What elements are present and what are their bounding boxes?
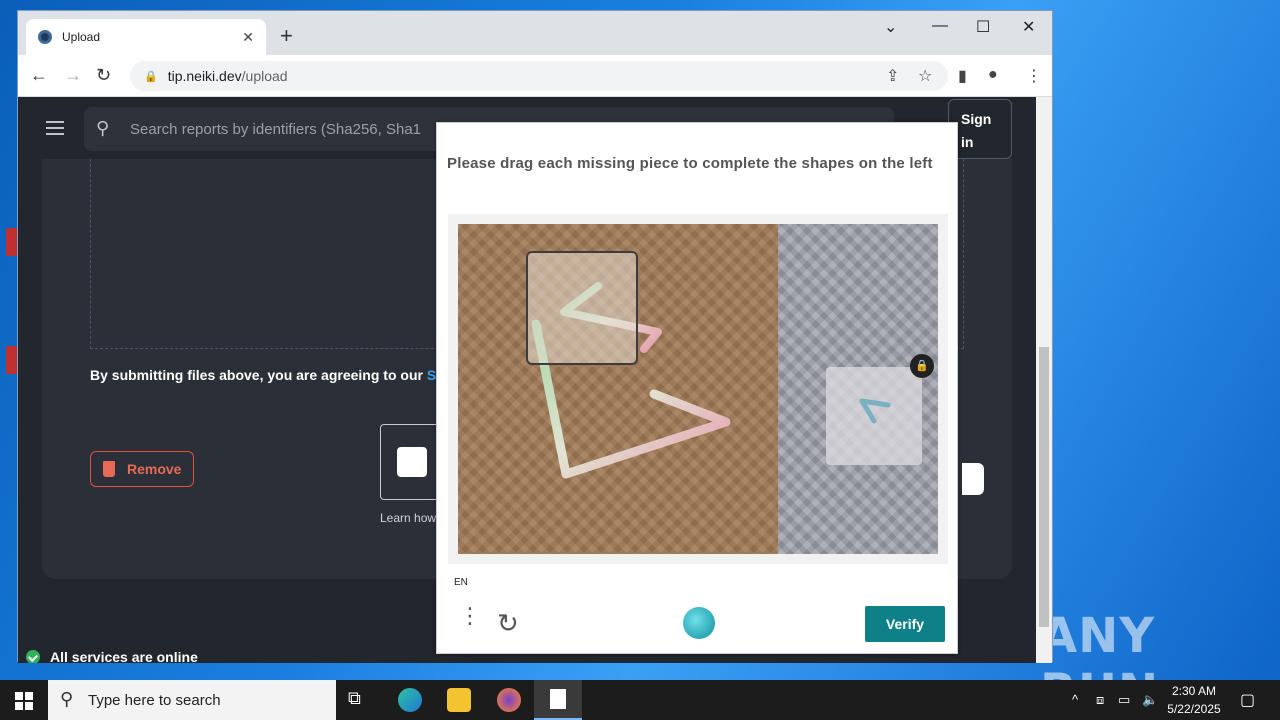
reload-icon[interactable]: ↻ — [96, 65, 111, 86]
tab-strip: Upload ✕ + ⌄ — ☐ ✕ — [18, 11, 1052, 55]
hcaptcha-challenge: Please drag each missing piece to comple… — [436, 122, 958, 654]
address-bar[interactable]: 🔒 tip.neiki.dev/upload — [130, 61, 948, 91]
refresh-challenge-icon[interactable]: ↻ — [497, 608, 519, 639]
side-panel-icon[interactable]: ▮ — [958, 66, 967, 86]
captcha-checkbox-widget[interactable] — [380, 424, 440, 500]
maximize-icon[interactable]: ☐ — [976, 17, 990, 37]
forward-icon[interactable]: → — [64, 65, 82, 86]
challenge-image[interactable]: 🔒 — [458, 224, 938, 554]
volume-icon[interactable]: 🔈 — [1142, 692, 1158, 708]
learn-how-link[interactable]: Learn how — [380, 511, 436, 525]
remove-label: Remove — [127, 461, 182, 477]
system-clock[interactable]: 2:30 AM 5/22/2025 — [1162, 682, 1226, 718]
missing-piece-slot — [526, 251, 638, 365]
url-host: tip.neiki.dev — [167, 68, 242, 84]
tab-search-icon[interactable]: ⌄ — [884, 17, 897, 37]
search-icon: ⚲ — [96, 118, 110, 138]
clock-date: 5/22/2025 — [1167, 702, 1221, 716]
challenge-menu-icon[interactable]: ⋮ — [459, 605, 481, 627]
draggable-piece[interactable] — [826, 367, 922, 465]
site-favicon-icon — [38, 30, 52, 44]
url-path: /upload — [241, 68, 288, 84]
status-ok-icon — [26, 650, 40, 663]
notifications-icon[interactable]: ▢ — [1240, 690, 1255, 710]
bookmark-star-icon[interactable]: ☆ — [918, 66, 932, 86]
search-icon: ⚲ — [60, 689, 74, 709]
challenge-frame: 🔒 — [448, 214, 948, 564]
document-icon — [550, 689, 566, 709]
desktop-icons-strip — [0, 0, 18, 680]
lock-icon: 🔒 — [910, 354, 934, 378]
new-tab-icon[interactable]: + — [280, 25, 293, 47]
clock-time: 2:30 AM — [1171, 684, 1217, 698]
service-status: All services are online — [26, 649, 198, 663]
remove-button[interactable]: Remove — [90, 451, 194, 487]
browser-menu-icon[interactable]: ⋮ — [1026, 66, 1042, 86]
submit-button-partial[interactable] — [962, 463, 984, 495]
hamburger-menu-icon[interactable] — [46, 121, 64, 139]
lock-icon: 🔒 — [144, 70, 158, 83]
back-icon[interactable]: ← — [30, 65, 48, 86]
scrollbar-thumb[interactable] — [1039, 347, 1049, 627]
piece-shape-graphic — [859, 398, 891, 424]
trash-icon — [103, 461, 115, 477]
windows-taskbar: ⚲ Type here to search ⧉ ^ ⧈ ▭ 🔈 2:30 AM … — [0, 680, 1280, 720]
file-explorer-icon[interactable] — [447, 688, 471, 712]
profile-icon[interactable]: ● — [988, 66, 998, 84]
browser-toolbar: ← → ↻ 🔒 tip.neiki.dev/upload ⇪ ☆ ▮ ● ⋮ — [18, 55, 1052, 97]
firefox-icon[interactable] — [497, 688, 521, 712]
status-text: All services are online — [50, 649, 198, 663]
terms-text: By submitting files above, you are agree… — [90, 367, 427, 383]
search-placeholder: Search reports by identifiers (Sha256, S… — [130, 120, 421, 138]
task-view-icon[interactable]: ⧉ — [348, 688, 372, 712]
terms-notice: By submitting files above, you are agree… — [90, 367, 445, 383]
tab-upload[interactable]: Upload ✕ — [26, 19, 266, 55]
windows-start-icon[interactable] — [15, 692, 33, 710]
verify-button[interactable]: Verify — [865, 606, 945, 642]
taskbar-search-placeholder: Type here to search — [88, 691, 221, 709]
hcaptcha-logo-icon — [683, 607, 715, 639]
tab-close-icon[interactable]: ✕ — [242, 29, 254, 46]
challenge-prompt: Please drag each missing piece to comple… — [447, 155, 933, 172]
close-window-icon[interactable]: ✕ — [1022, 17, 1035, 37]
taskbar-search-input[interactable]: ⚲ Type here to search — [48, 680, 336, 720]
edge-icon[interactable] — [398, 688, 422, 712]
tray-overflow-icon[interactable]: ^ — [1072, 692, 1078, 707]
captcha-checkbox[interactable] — [397, 447, 427, 477]
minimize-icon[interactable]: — — [932, 17, 948, 35]
share-icon[interactable]: ⇪ — [886, 66, 899, 86]
tray-app-icon[interactable]: ⧈ — [1096, 692, 1104, 708]
language-selector[interactable]: EN — [454, 577, 468, 588]
tab-title: Upload — [62, 30, 101, 44]
network-icon[interactable]: ▭ — [1118, 692, 1130, 708]
active-window-button[interactable] — [534, 680, 582, 720]
page-scrollbar[interactable] — [1036, 97, 1052, 663]
